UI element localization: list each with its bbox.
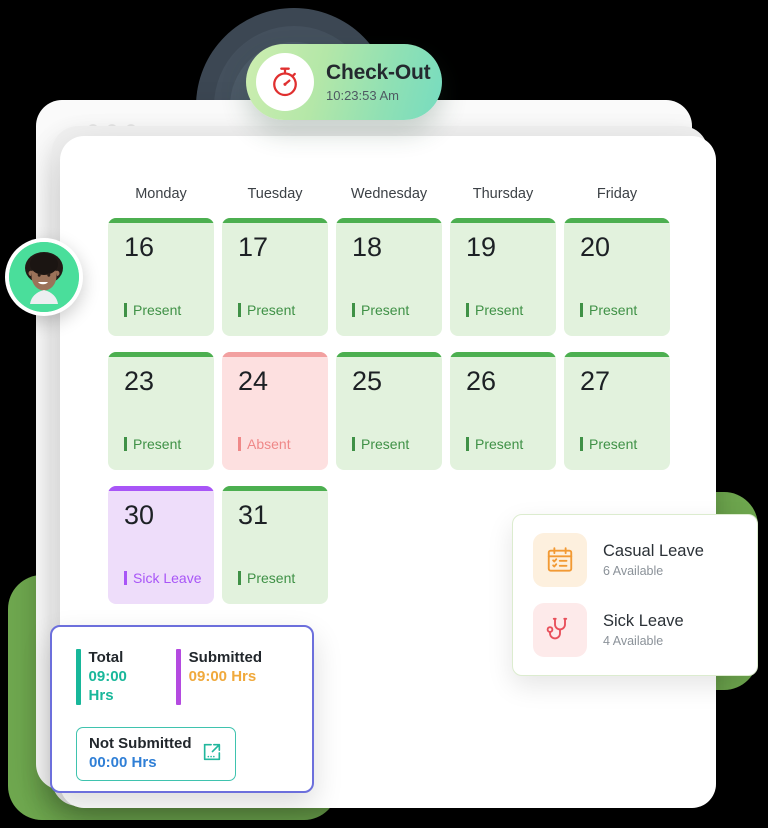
total-accent-bar [76,649,81,706]
status-badge: Present [238,302,295,318]
timesheet-hours-card: Total 09:00 Hrs Submitted 09:00 Hrs Not … [50,625,314,793]
calendar-day-header: Wednesday [350,186,428,202]
calendar-day-header: Monday [135,186,187,202]
calendar-cell[interactable]: 25 Present [336,352,442,470]
leave-title: Casual Leave [603,541,704,560]
calendar-cell[interactable]: 17 Present [222,218,328,336]
status-label: Present [133,436,182,452]
calendar-checklist-icon [533,533,587,587]
calendar-date: 18 [352,232,383,262]
calendar-cell[interactable]: 18 Present [336,218,442,336]
status-badge: Present [466,436,523,452]
calendar-cell[interactable]: 16 Present [108,218,214,336]
export-icon[interactable] [201,741,223,768]
status-label: Present [133,302,182,318]
calendar-date: 30 [124,500,155,530]
status-accent-bar [222,352,328,357]
submitted-value: 09:00 Hrs [188,667,257,685]
status-accent-bar [336,218,442,223]
status-accent-bar [108,352,214,357]
stopwatch-icon [256,53,314,111]
leave-item-sick[interactable]: Sick Leave 4 Available [533,603,737,657]
calendar-cell[interactable]: 26 Present [450,352,556,470]
status-accent-bar [222,218,328,223]
status-badge: Present [124,436,181,452]
total-label: Total [88,649,124,666]
calendar-date: 27 [580,366,611,396]
screenshot-stage: Check-Out 10:23:53 Am Monday Tuesday Wed… [0,0,768,828]
status-badge: Present [352,302,409,318]
status-label: Present [475,302,524,318]
check-out-label: Check-Out [326,61,431,85]
status-badge: Absent [238,436,291,452]
calendar-date: 25 [352,366,383,396]
leave-title: Sick Leave [603,611,684,630]
status-accent-bar [564,218,670,223]
status-label: Sick Leave [133,570,202,586]
calendar-cell[interactable]: 24 Absent [222,352,328,470]
status-label: Present [475,436,524,452]
calendar-cell[interactable]: 31 Present [222,486,328,604]
calendar-cell-empty [336,486,442,604]
leave-balance-card: Casual Leave 6 Available Sick Leave 4 Av… [512,514,758,676]
status-badge: Sick Leave [124,570,201,586]
check-out-time: 10:23:53 Am [326,87,399,103]
stethoscope-icon [533,603,587,657]
status-accent-bar [450,352,556,357]
calendar-day-headers: Monday Tuesday Wednesday Thursday Friday [108,186,678,202]
calendar-day-header: Tuesday [247,186,303,202]
status-label: Present [247,570,296,586]
status-label: Present [589,436,638,452]
status-badge: Present [238,570,295,586]
status-badge: Present [580,302,637,318]
status-accent-bar [222,486,328,491]
status-accent-bar [450,218,556,223]
calendar-date: 23 [124,366,155,396]
status-label: Present [589,302,638,318]
status-badge: Present [352,436,409,452]
not-submitted-value: 00:00 Hrs [89,754,157,771]
calendar-day-header: Thursday [472,186,534,202]
status-label: Present [247,302,296,318]
calendar-cell[interactable]: 27 Present [564,352,670,470]
submitted-hours-block: Submitted 09:00 Hrs [175,649,262,706]
calendar-day-header: Friday [596,186,638,202]
status-badge: Present [466,302,523,318]
calendar-date: 16 [124,232,155,262]
leave-available: 4 Available [603,634,664,649]
calendar-date: 24 [238,366,269,396]
calendar-cell[interactable]: 30 Sick Leave [108,486,214,604]
status-badge: Present [124,302,181,318]
status-label: Absent [247,436,291,452]
calendar-date: 17 [238,232,269,262]
calendar-date: 26 [466,366,497,396]
submitted-accent-bar [175,649,181,706]
calendar-cell[interactable]: 20 Present [564,218,670,336]
avatar[interactable] [5,238,83,316]
check-out-button[interactable]: Check-Out 10:23:53 Am [246,44,442,120]
status-badge: Present [580,436,637,452]
status-accent-bar [336,352,442,357]
leave-item-casual[interactable]: Casual Leave 6 Available [533,533,737,587]
leave-available: 6 Available [603,564,664,579]
submitted-label: Submitted [188,649,262,666]
status-label: Present [361,436,410,452]
status-accent-bar [108,218,214,223]
not-submitted-label: Not Submitted [89,735,192,753]
calendar-date: 19 [466,232,497,262]
status-accent-bar [564,352,670,357]
calendar-cell[interactable]: 23 Present [108,352,214,470]
total-hours-block: Total 09:00 Hrs [76,649,150,706]
total-value: 09:00 Hrs [88,667,127,704]
calendar-date: 31 [238,500,269,530]
status-accent-bar [108,486,214,491]
not-submitted-button[interactable]: Not Submitted 00:00 Hrs [76,727,236,781]
calendar-cell[interactable]: 19 Present [450,218,556,336]
status-label: Present [361,302,410,318]
calendar-date: 20 [580,232,611,262]
